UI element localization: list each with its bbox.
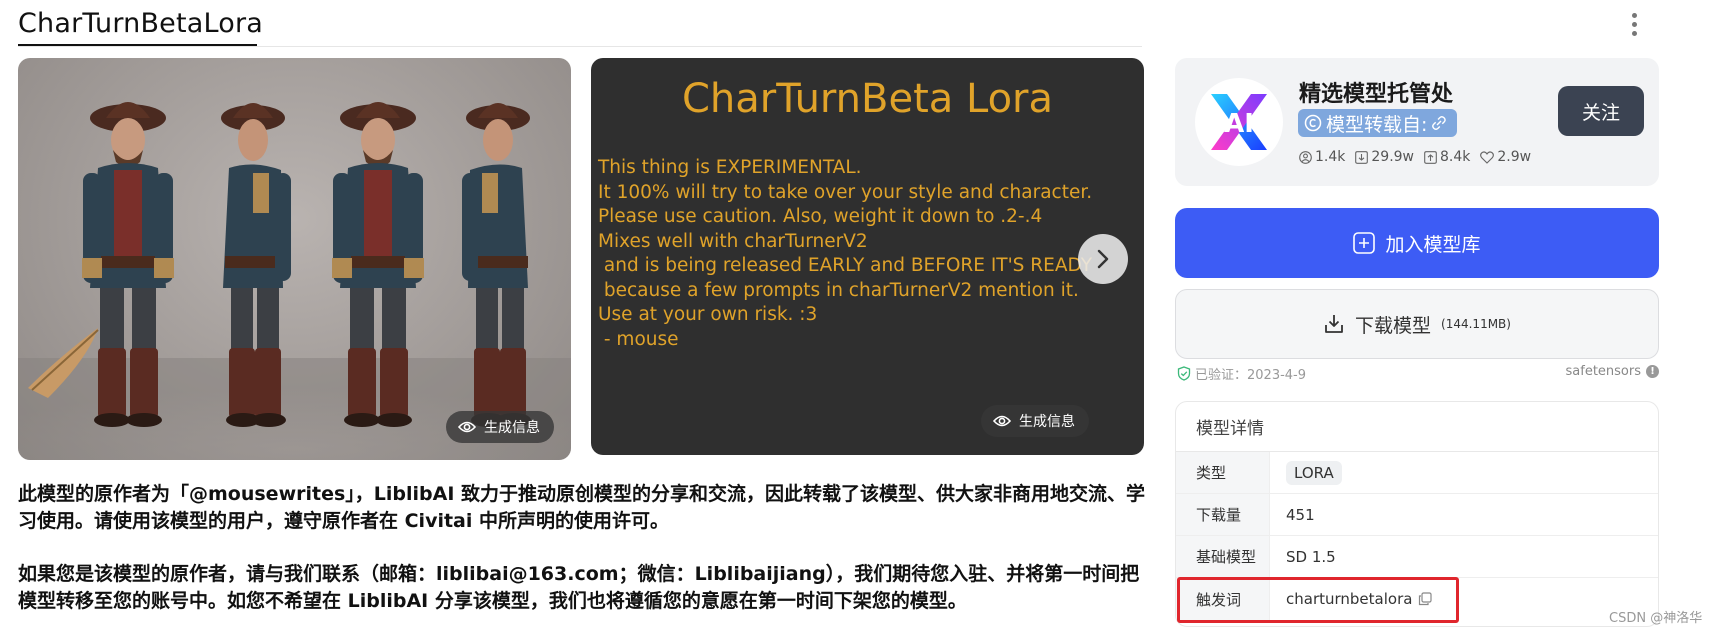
page-title: CharTurnBetaLora [18, 8, 264, 39]
uploads-stat: 8.4k [1424, 149, 1470, 165]
poster-title: CharTurnBeta Lora [681, 76, 1053, 122]
detail-row-type: 类型 LORA [1176, 452, 1658, 494]
author-contact-notice: 如果您是该模型的原作者，请与我们联系（邮箱：liblibai@163.com；微… [18, 563, 1140, 612]
verified-status: 已验证：2023-4-9 [1177, 364, 1306, 383]
add-to-library-label: 加入模型库 [1385, 233, 1481, 256]
file-format: safetensors ! [1565, 364, 1659, 379]
follow-button[interactable]: 关注 [1558, 86, 1644, 136]
generation-info-button[interactable]: 生成信息 [446, 411, 554, 443]
repost-notice: 此模型的原作者为「@mousewrites」，LiblibAI 致力于推动原创模… [18, 483, 1146, 532]
file-format-label: safetensors [1565, 364, 1642, 379]
verified-date: 已验证：2023-4-9 [1195, 368, 1307, 383]
download-model-button[interactable]: 下载模型 (144.11MB) [1175, 289, 1659, 359]
poster-line: because a few prompts in charTurnerV2 me… [598, 279, 1079, 301]
poster-line: It 100% will try to take over your style… [598, 181, 1093, 203]
poster-line: This thing is EXPERIMENTAL. [598, 157, 862, 178]
download-icon [1325, 315, 1343, 333]
poster-line: and is being released EARLY and BEFORE I… [598, 255, 1093, 276]
author-stats: 1.4k 29.9w 8.4k 2.9w [1299, 149, 1531, 165]
detail-key: 下载量 [1176, 494, 1270, 535]
eye-icon [458, 421, 476, 433]
model-details-heading: 模型详情 [1176, 402, 1658, 452]
downloads-stat: 29.9w [1355, 149, 1414, 165]
avatar[interactable]: AI [1195, 78, 1283, 166]
trigger-word-highlight-box [1177, 577, 1459, 623]
detail-key: 基础模型 [1176, 536, 1270, 577]
likes-stat: 2.9w [1480, 149, 1531, 165]
download-box-icon [1355, 150, 1369, 164]
title-divider [18, 46, 1142, 47]
poster-line: Please use caution. Also, weight it down… [598, 206, 1043, 227]
poster-line: Use at your own risk. :3 [598, 304, 818, 325]
carousel-next-button[interactable] [1078, 234, 1128, 284]
generation-info-label: 生成信息 [484, 420, 540, 436]
poster-text: This thing is EXPERIMENTAL. It 100% will… [598, 156, 1138, 352]
heart-icon [1480, 150, 1495, 164]
more-options-icon[interactable] [1625, 10, 1643, 38]
followers-stat: 1.4k [1299, 149, 1345, 165]
watermark: CSDN @神洛华 [1609, 611, 1703, 626]
user-icon [1299, 150, 1312, 164]
ai-logo-icon: AI [1211, 94, 1267, 150]
svg-text:AI: AI [1224, 109, 1254, 139]
generation-info-label: 生成信息 [1019, 414, 1075, 430]
upload-box-icon [1424, 150, 1437, 164]
detail-value: 451 [1286, 505, 1315, 524]
preview-image-1[interactable]: 生成信息 [18, 58, 571, 460]
repost-source-badge[interactable]: 模型转载自: [1298, 109, 1458, 137]
generation-info-button[interactable]: 生成信息 [981, 405, 1089, 437]
download-model-label: 下载模型 [1355, 314, 1432, 337]
download-size: (144.11MB) [1441, 317, 1511, 331]
detail-row-base-model: 基础模型 SD 1.5 [1176, 536, 1658, 578]
preview-image-2[interactable]: CharTurnBeta Lora This thing is EXPERIME… [591, 58, 1144, 455]
link-icon [1432, 116, 1447, 130]
copyright-icon [1304, 114, 1322, 132]
shield-check-icon [1177, 366, 1191, 381]
chevron-right-icon [1097, 249, 1109, 269]
poster-line: Mixes well with charTurnerV2 [598, 230, 868, 252]
detail-value: LORA [1270, 452, 1658, 493]
author-card: AI 精选模型托管处 模型转载自: 1.4k 29.9w 8.4k 2.9w 关… [1175, 58, 1659, 186]
plus-square-icon [1353, 232, 1376, 254]
repost-source-label: 模型转载自: [1326, 113, 1428, 136]
info-icon[interactable]: ! [1646, 365, 1659, 378]
pirate-turnaround-illustration [18, 102, 571, 460]
detail-row-downloads: 下载量 451 [1176, 494, 1658, 536]
poster-line: - mouse [598, 328, 679, 350]
detail-value: SD 1.5 [1286, 547, 1336, 566]
model-type-chip: LORA [1286, 460, 1342, 485]
author-name[interactable]: 精选模型托管处 [1299, 76, 1453, 108]
eye-icon [993, 415, 1011, 427]
add-to-library-button[interactable]: 加入模型库 [1175, 208, 1659, 278]
detail-key: 类型 [1176, 452, 1270, 493]
